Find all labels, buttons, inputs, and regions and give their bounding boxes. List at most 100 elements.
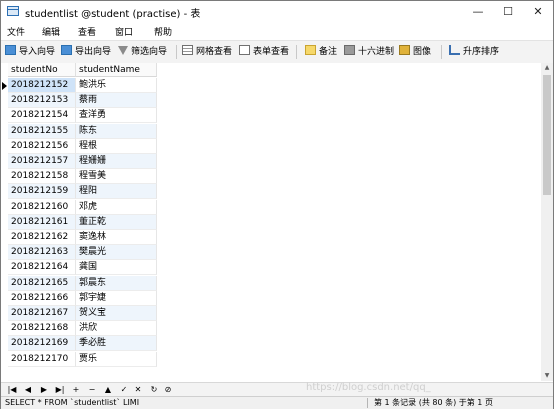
table-row[interactable]: 2018212164 龚国	[1, 260, 157, 276]
cell-studentno[interactable]: 2018212162	[8, 230, 76, 245]
menu-view[interactable]: 查看	[78, 25, 96, 38]
table-row[interactable]: 2018212168 洪欣	[1, 321, 157, 337]
table-row[interactable]: 2018212161 董正乾	[1, 214, 157, 230]
cell-studentno[interactable]: 2018212154	[8, 108, 76, 124]
delete-record-icon[interactable]: −	[85, 383, 99, 396]
cell-studentno[interactable]: 2018212155	[8, 123, 76, 139]
image-button[interactable]: 图像	[399, 45, 431, 59]
row-indicator	[1, 230, 8, 245]
table-row[interactable]: 2018212163 樊晨光	[1, 245, 157, 261]
table-row[interactable]: 2018212167 贺义宝	[1, 306, 157, 321]
cell-studentname[interactable]: 郭晨东	[76, 275, 157, 291]
cell-studentname[interactable]: 贺义宝	[76, 306, 157, 321]
column-header-studentno[interactable]: studentNo	[8, 63, 76, 77]
cell-studentname[interactable]: 鲍洪乐	[76, 78, 157, 93]
cell-studentno[interactable]: 2018212163	[8, 245, 76, 261]
table-row[interactable]: 2018212166 郭宇婕	[1, 290, 157, 306]
next-record-icon[interactable]: ▶	[37, 383, 51, 396]
cell-studentno[interactable]: 2018212161	[8, 214, 76, 230]
discard-changes-icon[interactable]: ✕	[131, 383, 145, 396]
table-row[interactable]: 2018212155 陈东	[1, 123, 157, 139]
hex-button[interactable]: 十六进制	[344, 45, 394, 59]
table-row[interactable]: 2018212158 程雪美	[1, 169, 157, 185]
cell-studentno[interactable]: 2018212167	[8, 306, 76, 321]
previous-record-icon[interactable]: ◀	[21, 383, 35, 396]
cell-studentno[interactable]: 2018212166	[8, 290, 76, 306]
vertical-scrollbar[interactable]: ▲ ▼	[541, 63, 553, 381]
cell-studentno[interactable]: 2018212156	[8, 138, 76, 154]
grid-view-icon	[182, 45, 193, 55]
table-row[interactable]: 2018212159 程阳	[1, 184, 157, 200]
add-record-icon[interactable]: +	[69, 383, 83, 396]
refresh-icon[interactable]: ↻	[147, 383, 161, 396]
table-row[interactable]: 2018212160 邓虎	[1, 199, 157, 215]
window-title: studentlist @student (practise) - 表	[25, 9, 201, 20]
cell-studentno[interactable]: 2018212170	[8, 351, 76, 367]
menu-edit[interactable]: 编辑	[42, 25, 60, 38]
memo-button[interactable]: 备注	[305, 45, 337, 59]
cell-studentname[interactable]: 季必胜	[76, 336, 157, 352]
last-record-icon[interactable]: ▶|	[53, 383, 67, 396]
grid-view-button[interactable]: 网格查看	[182, 45, 232, 59]
cell-studentname[interactable]: 贾乐	[76, 351, 157, 367]
cell-studentname[interactable]: 洪欣	[76, 321, 157, 337]
cell-studentno[interactable]: 2018212164	[8, 260, 76, 276]
cell-studentno[interactable]: 2018212169	[8, 336, 76, 352]
cell-studentname[interactable]: 程阳	[76, 184, 157, 200]
menu-window[interactable]: 窗口	[115, 25, 133, 38]
cell-studentname[interactable]: 董正乾	[76, 214, 157, 230]
stop-icon[interactable]: ⊘	[161, 383, 175, 396]
table-row[interactable]: 2018212152 鲍洪乐	[1, 78, 157, 93]
table-row[interactable]: 2018212162 窦逸林	[1, 230, 157, 245]
title-bar: studentlist @student (practise) - 表 — ☐ …	[1, 1, 553, 22]
cell-studentname[interactable]: 蔡雨	[76, 93, 157, 109]
cell-studentname[interactable]: 郭宇婕	[76, 290, 157, 306]
filter-wizard-button[interactable]: 筛选向导	[118, 45, 167, 59]
cell-studentno[interactable]: 2018212165	[8, 275, 76, 291]
column-header-studentname[interactable]: studentName	[76, 63, 157, 77]
apply-changes-icon[interactable]: ✓	[117, 383, 131, 396]
status-bar: SELECT * FROM `studentlist` LIMI 第 1 条记录…	[1, 396, 553, 409]
cell-studentname[interactable]: 陈东	[76, 123, 157, 139]
import-wizard-button[interactable]: 导入向导	[5, 45, 55, 59]
cell-studentname[interactable]: 程姗姗	[76, 154, 157, 169]
table-row[interactable]: 2018212156 程根	[1, 138, 157, 154]
close-button[interactable]: ✕	[523, 1, 553, 22]
scroll-up-icon[interactable]: ▲	[541, 63, 553, 73]
image-icon	[399, 45, 410, 55]
menu-help[interactable]: 帮助	[154, 25, 172, 38]
cell-studentname[interactable]: 龚国	[76, 260, 157, 276]
table-row[interactable]: 2018212154 查洋勇	[1, 108, 157, 124]
cell-studentno[interactable]: 2018212168	[8, 321, 76, 337]
scroll-thumb[interactable]	[543, 75, 551, 195]
maximize-button[interactable]: ☐	[493, 1, 523, 22]
cell-studentname[interactable]: 樊晨光	[76, 245, 157, 261]
cell-studentname[interactable]: 窦逸林	[76, 230, 157, 245]
table-row[interactable]: 2018212165 郭晨东	[1, 275, 157, 291]
table-row[interactable]: 2018212169 季必胜	[1, 336, 157, 352]
minimize-button[interactable]: —	[463, 1, 493, 22]
export-wizard-button[interactable]: 导出向导	[61, 45, 111, 59]
edit-record-icon[interactable]: ▲	[101, 383, 115, 396]
toolbar: 导入向导 导出向导 筛选向导 网格查看 表单查看 备注 十六进制 图像 升序排序	[1, 40, 553, 64]
filter-wizard-label: 筛选向导	[131, 47, 168, 57]
cell-studentno[interactable]: 2018212152	[8, 78, 76, 93]
first-record-icon[interactable]: |◀	[5, 383, 19, 396]
cell-studentno[interactable]: 2018212160	[8, 199, 76, 215]
cell-studentname[interactable]: 查洋勇	[76, 108, 157, 124]
cell-studentname[interactable]: 邓虎	[76, 199, 157, 215]
sort-asc-button[interactable]: 升序排序	[449, 45, 499, 59]
cell-studentno[interactable]: 2018212159	[8, 184, 76, 200]
cell-studentno[interactable]: 2018212153	[8, 93, 76, 109]
table-row[interactable]: 2018212170 贾乐	[1, 351, 157, 367]
scroll-down-icon[interactable]: ▼	[541, 371, 553, 381]
cell-studentname[interactable]: 程雪美	[76, 169, 157, 185]
menu-file[interactable]: 文件	[7, 25, 25, 38]
filter-icon	[118, 46, 128, 55]
form-view-button[interactable]: 表单查看	[239, 45, 289, 59]
cell-studentno[interactable]: 2018212158	[8, 169, 76, 185]
table-row[interactable]: 2018212153 蔡雨	[1, 93, 157, 109]
cell-studentname[interactable]: 程根	[76, 138, 157, 154]
table-row[interactable]: 2018212157 程姗姗	[1, 154, 157, 169]
cell-studentno[interactable]: 2018212157	[8, 154, 76, 169]
